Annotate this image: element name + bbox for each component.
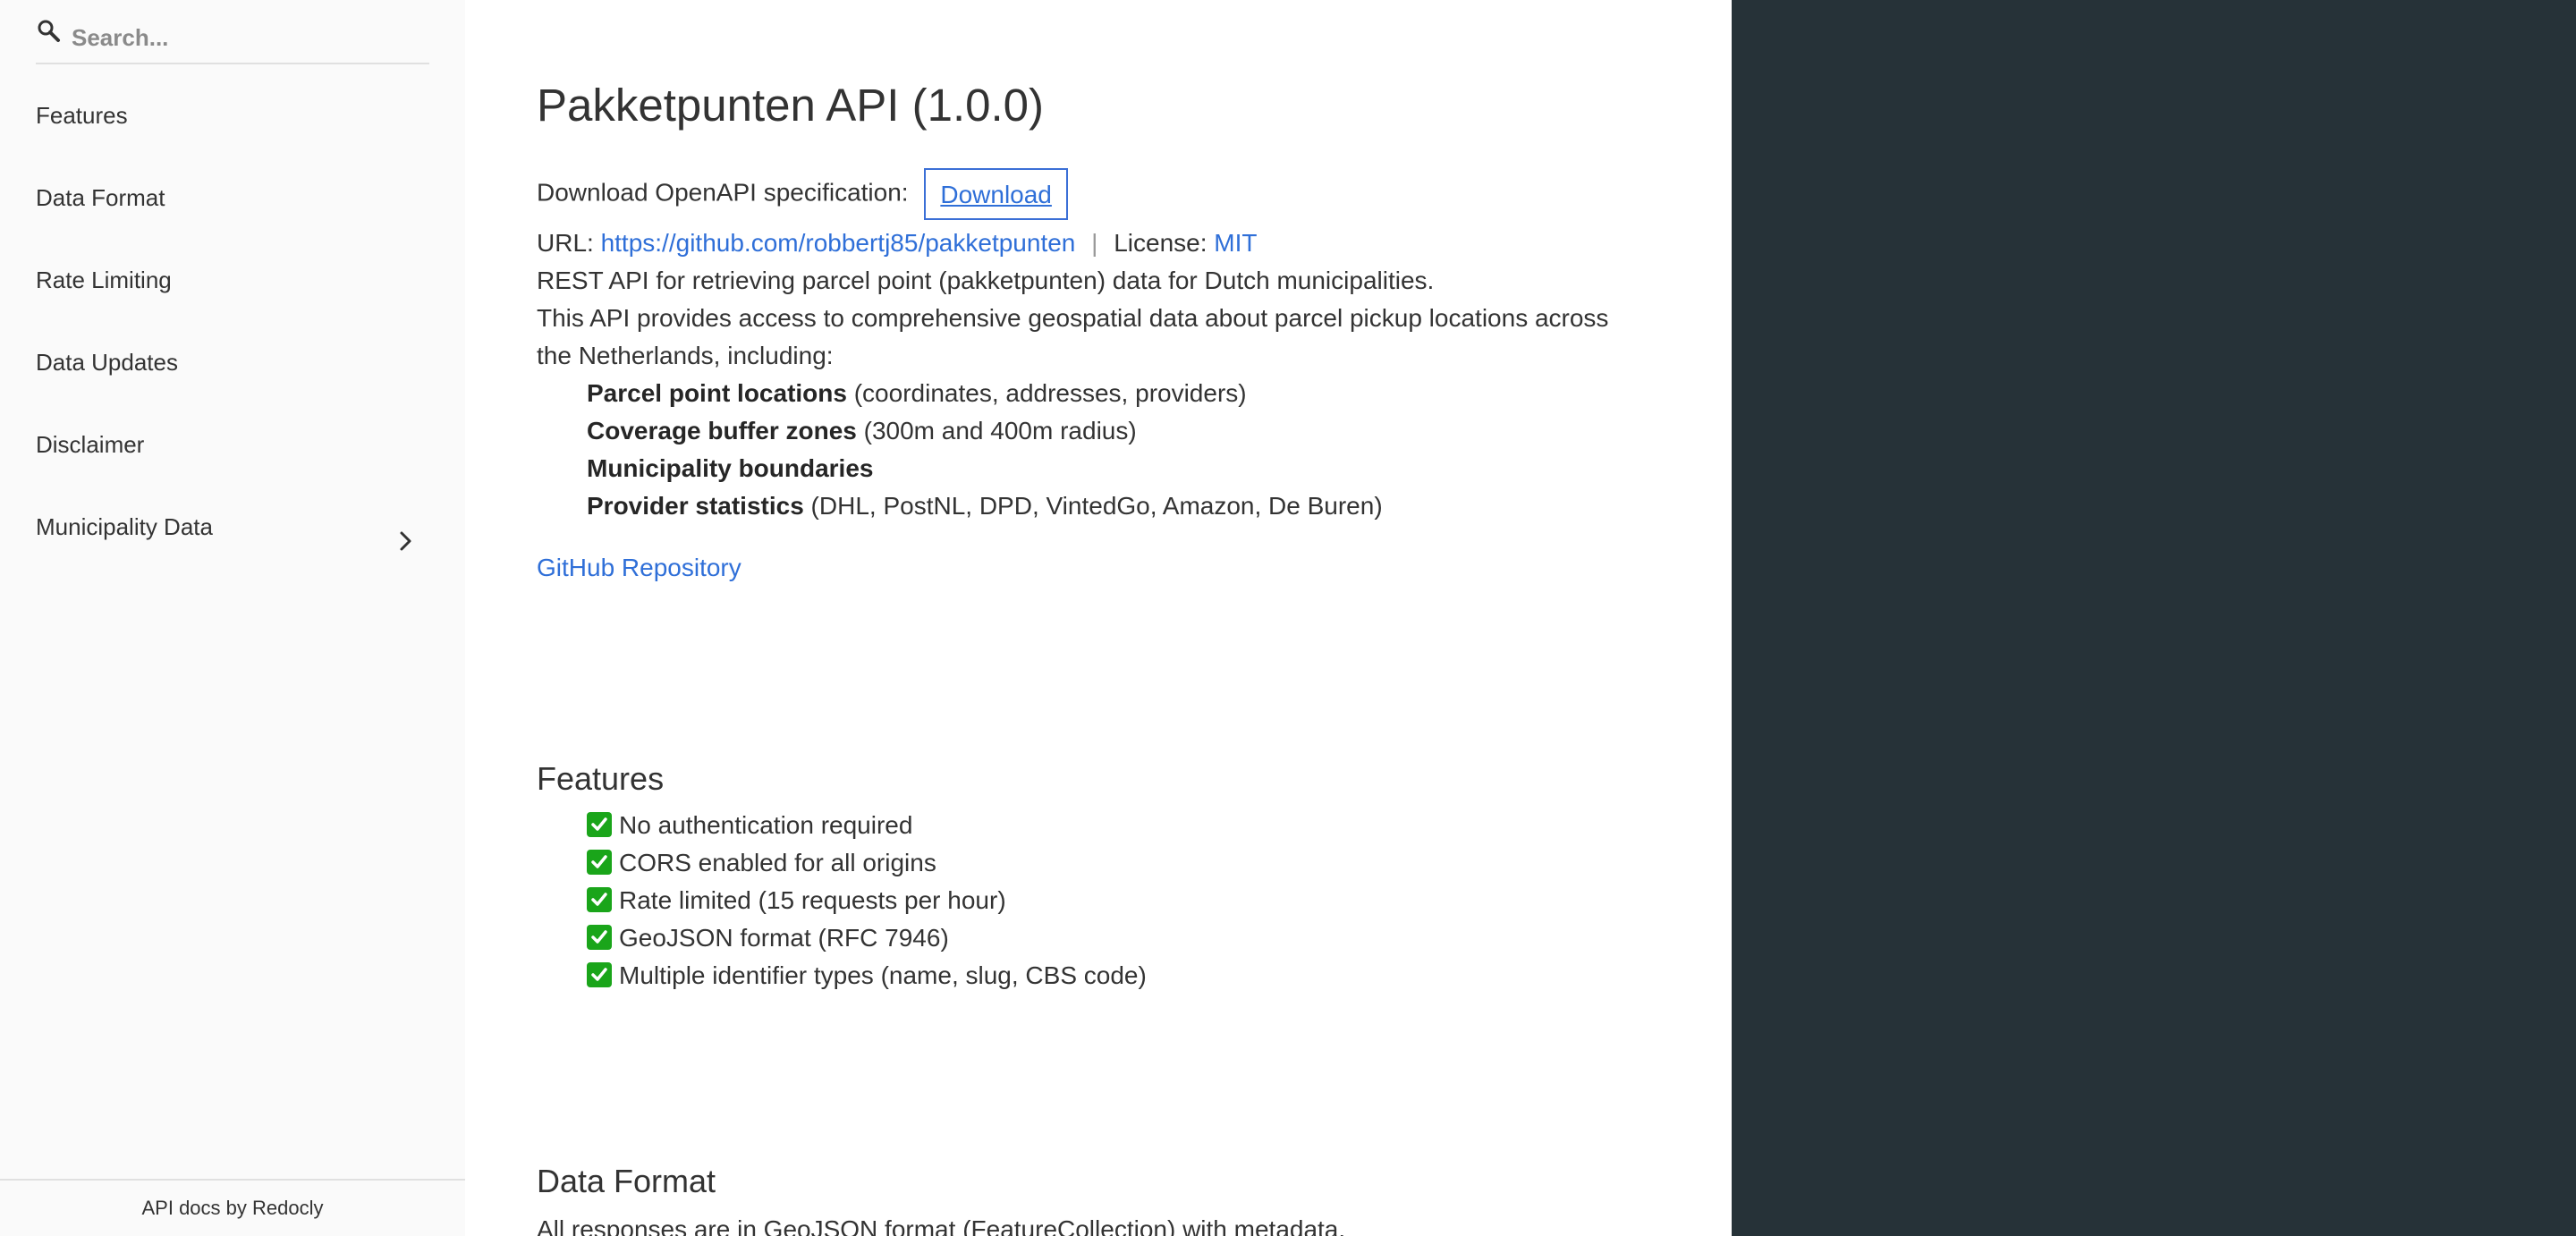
sidebar-item-label: Features: [36, 102, 128, 129]
check-mark-icon: [587, 887, 612, 912]
page-title: Pakketpunten API (1.0.0): [537, 80, 1045, 131]
license-label: License:: [1114, 229, 1208, 257]
list-item: Coverage buffer zones (300m and 400m rad…: [587, 417, 1137, 444]
sidebar-item-features[interactable]: Features: [0, 82, 465, 165]
search-icon: [36, 18, 63, 45]
list-item: Provider statistics (DHL, PostNL, DPD, V…: [587, 492, 1383, 520]
list-item: GeoJSON format (RFC 7946): [587, 919, 1147, 957]
sidebar-item-label: Municipality Data: [36, 513, 213, 540]
api-description-line-2: the Netherlands, including:: [537, 342, 834, 369]
sidebar-item-data-updates[interactable]: Data Updates: [0, 329, 465, 411]
search-input[interactable]: [72, 21, 420, 54]
check-mark-icon: [587, 850, 612, 875]
check-mark-icon: [587, 812, 612, 837]
sidebar-item-label: Data Updates: [36, 349, 178, 376]
list-item: Multiple identifier types (name, slug, C…: [587, 957, 1147, 995]
list-item: No authentication required: [587, 807, 1147, 844]
url-link[interactable]: https://github.com/robbertj85/pakketpunt…: [601, 229, 1076, 257]
sidebar-item-rate-limiting[interactable]: Rate Limiting: [0, 247, 465, 329]
search-box: [36, 13, 429, 64]
url-license-row: URL: https://github.com/robbertj85/pakke…: [537, 224, 1258, 262]
list-item: Rate limited (15 requests per hour): [587, 882, 1147, 919]
check-mark-icon: [587, 962, 612, 987]
sidebar-item-label: Rate Limiting: [36, 267, 172, 293]
separator: |: [1091, 229, 1098, 257]
sidebar-menu: Features Data Format Rate Limiting Data …: [0, 82, 465, 576]
license-link[interactable]: MIT: [1214, 229, 1257, 257]
download-label: Download OpenAPI specification:: [537, 178, 909, 207]
features-list: No authentication required CORS enabled …: [587, 807, 1147, 995]
features-heading: Features: [537, 760, 665, 797]
check-mark-icon: [587, 925, 612, 950]
sidebar-footer: API docs by Redocly: [0, 1179, 465, 1236]
list-item: Municipality boundaries: [587, 454, 874, 482]
download-row: Download OpenAPI specification: Download: [537, 168, 1068, 220]
chevron-right-icon: [392, 513, 419, 551]
main-content: Pakketpunten API (1.0.0) Download OpenAP…: [465, 0, 1732, 1236]
redocly-link[interactable]: API docs by Redocly: [142, 1197, 324, 1219]
api-feature-list: Parcel point locations (coordinates, add…: [587, 375, 1383, 525]
sidebar-item-label: Data Format: [36, 184, 165, 211]
right-panel: [1732, 0, 2576, 1236]
github-repository-link[interactable]: GitHub Repository: [537, 554, 741, 581]
sidebar-item-label: Disclaimer: [36, 431, 145, 458]
github-link-row: GitHub Repository: [537, 549, 741, 587]
list-item: CORS enabled for all origins: [587, 844, 1147, 882]
api-summary: REST API for retrieving parcel point (pa…: [537, 267, 1435, 294]
list-item: Parcel point locations (coordinates, add…: [587, 379, 1247, 407]
url-label: URL:: [537, 229, 594, 257]
sidebar-item-data-format[interactable]: Data Format: [0, 165, 465, 247]
data-format-heading: Data Format: [537, 1163, 716, 1199]
sidebar-item-municipality-data[interactable]: Municipality Data: [0, 494, 465, 576]
download-button[interactable]: Download: [924, 168, 1068, 220]
data-format-text: All responses are in GeoJSON format (Fea…: [537, 1215, 1346, 1236]
sidebar-item-disclaimer[interactable]: Disclaimer: [0, 411, 465, 494]
api-description-line-1: This API provides access to comprehensiv…: [537, 304, 1609, 332]
sidebar: Features Data Format Rate Limiting Data …: [0, 0, 465, 1236]
